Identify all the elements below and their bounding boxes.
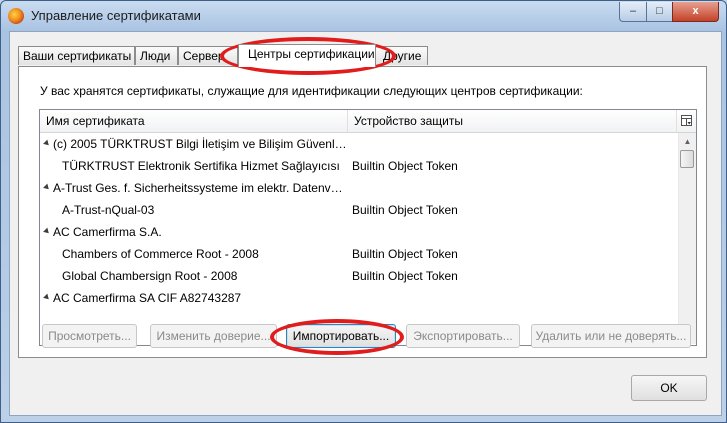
window-title: Управление сертификатами — [31, 8, 201, 23]
scroll-up-arrow-icon[interactable]: ▲ — [679, 133, 696, 150]
security-device: Builtin Object Token — [352, 203, 458, 217]
group-name: (c) 2005 TÜRKTRUST Bilgi İletişim ve Bil… — [53, 137, 348, 151]
tree-row-certificate[interactable]: Global Chambersign Root - 2008 Builtin O… — [40, 265, 677, 287]
security-device: Builtin Object Token — [352, 159, 458, 173]
export-button[interactable]: Экспортировать... — [406, 324, 520, 348]
ok-button[interactable]: OK — [631, 375, 707, 401]
tree-rows: (c) 2005 TÜRKTRUST Bilgi İletişim ve Bil… — [40, 133, 677, 344]
vertical-scrollbar[interactable]: ▲ ▼ — [678, 133, 696, 344]
tree-row-group[interactable]: A-Trust Ges. f. Sicherheitssysteme im el… — [40, 177, 677, 199]
certificate-tree[interactable]: Имя сертификата Устройство защиты (c) 20 — [39, 109, 697, 346]
group-name: AC Camerfirma S.A. — [53, 225, 162, 239]
tab-people[interactable]: Люди — [135, 46, 178, 65]
firefox-icon — [8, 8, 24, 24]
scrollbar-thumb[interactable] — [680, 150, 694, 168]
certificate-name: A-Trust-nQual-03 — [62, 203, 155, 217]
minimize-icon: – — [629, 5, 637, 17]
maximize-button[interactable]: □ — [646, 2, 673, 22]
tree-header: Имя сертификата Устройство защиты — [40, 110, 696, 133]
certificate-manager-window: Управление сертификатами – □ x Ваши серт… — [0, 0, 727, 423]
tree-row-certificate[interactable]: A-Trust-nQual-03 Builtin Object Token — [40, 199, 677, 221]
expand-toggle-icon[interactable] — [43, 293, 51, 302]
dialog-client-area: Ваши сертификаты Люди Сервер Другие Цент… — [9, 31, 722, 416]
minimize-button[interactable]: – — [619, 2, 647, 22]
close-button[interactable]: x — [672, 2, 719, 22]
group-name: A-Trust Ges. f. Sicherheitssysteme im el… — [53, 181, 348, 195]
column-picker-button[interactable] — [677, 110, 696, 132]
tab-servers[interactable]: Сервер — [178, 46, 238, 65]
tab-your-certificates[interactable]: Ваши сертификаты — [18, 46, 135, 65]
security-device: Builtin Object Token — [352, 269, 458, 283]
column-header-device[interactable]: Устройство защиты — [348, 110, 677, 132]
delete-or-distrust-button[interactable]: Удалить или не доверять... — [531, 324, 691, 348]
expand-toggle-icon[interactable] — [43, 227, 51, 236]
tree-row-group[interactable]: (c) 2005 TÜRKTRUST Bilgi İletişim ve Bil… — [40, 133, 677, 155]
maximize-icon: □ — [656, 5, 663, 17]
certificate-name: TÜRKTRUST Elektronik Sertifika Hizmet Sa… — [62, 159, 340, 173]
tree-row-group[interactable]: AC Camerfirma SA CIF A82743287 — [40, 287, 677, 309]
tree-row-group[interactable]: AC Camerfirma S.A. — [40, 221, 677, 243]
group-name: AC Camerfirma SA CIF A82743287 — [53, 291, 242, 305]
certificate-name: Global Chambersign Root - 2008 — [62, 269, 238, 283]
security-device: Builtin Object Token — [352, 247, 458, 261]
expand-toggle-icon[interactable] — [43, 183, 51, 192]
tree-row-certificate[interactable]: TÜRKTRUST Elektronik Sertifika Hizmet Sa… — [40, 155, 677, 177]
column-header-cert-name[interactable]: Имя сертификата — [40, 110, 348, 132]
panel-description: У вас хранятся сертификаты, служащие для… — [40, 84, 583, 98]
edit-trust-button[interactable]: Изменить доверие... — [150, 324, 277, 348]
close-icon: x — [692, 5, 699, 17]
expand-toggle-icon[interactable] — [43, 139, 51, 148]
view-button[interactable]: Просмотреть... — [42, 324, 137, 348]
tab-panel-authorities: У вас хранятся сертификаты, служащие для… — [18, 66, 707, 358]
column-picker-icon — [681, 115, 692, 126]
import-button[interactable]: Импортировать... — [286, 324, 396, 348]
certificate-name: Chambers of Commerce Root - 2008 — [62, 247, 259, 261]
tab-authorities[interactable]: Центры сертификации — [238, 44, 376, 67]
tree-row-certificate[interactable]: Chambers of Commerce Root - 2008 Builtin… — [40, 243, 677, 265]
title-bar[interactable]: Управление сертификатами – □ x — [1, 1, 726, 31]
